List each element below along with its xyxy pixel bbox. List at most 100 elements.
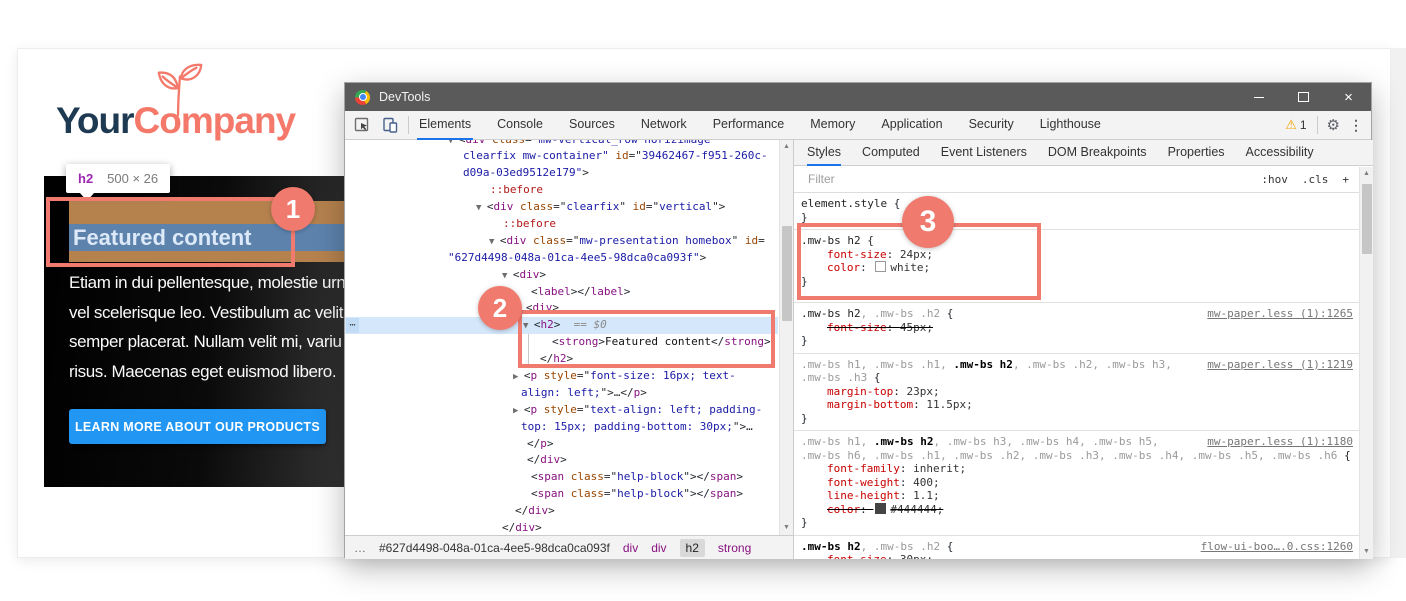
elements-tree-line[interactable]: align: left;">…</p> [345, 385, 778, 402]
tab-accessibility[interactable]: Accessibility [1246, 140, 1314, 166]
code-token: div [540, 453, 560, 466]
tab-dom-breakpoints[interactable]: DOM Breakpoints [1048, 140, 1147, 166]
elements-tree-line[interactable]: ▼ <div class="mw-vertical_row horizimage [345, 140, 778, 148]
breadcrumb-item-selected[interactable]: h2 [680, 539, 705, 557]
tab-memory[interactable]: Memory [808, 111, 857, 140]
code-token: div [506, 234, 526, 247]
row-options-dots-icon[interactable]: ⋯ [346, 318, 359, 333]
scrollbar-thumb[interactable] [782, 226, 792, 321]
stylesheet-source-link[interactable]: mw-paper.less (1):1265 [1207, 307, 1353, 320]
styles-control--hov[interactable]: :hov [1261, 173, 1288, 186]
elements-tree-line[interactable]: clearfix mw-container" id="39462467-f951… [345, 148, 778, 165]
maximize-button[interactable] [1281, 83, 1326, 111]
elements-tree-line[interactable]: d09a-03ed9512e179"> [345, 165, 778, 182]
scrollbar-thumb[interactable] [1362, 184, 1372, 254]
toggle-device-toolbar-button[interactable] [382, 117, 398, 133]
elements-tree-line[interactable]: <label></label> [345, 284, 778, 301]
elements-tree-line[interactable]: ▼ <div class="clearfix" id="vertical"> [345, 199, 778, 216]
learn-more-button[interactable]: LEARN MORE ABOUT OUR PRODUCTS [69, 409, 326, 444]
tab-event-listeners[interactable]: Event Listeners [941, 140, 1027, 166]
style-rule-line[interactable]: .mw-bs .h3 { [794, 371, 1359, 385]
more-options-icon[interactable]: ⋮ [1349, 117, 1363, 134]
code-token: ">…</ [600, 386, 633, 399]
filter-input[interactable]: Filter [808, 172, 1261, 186]
breadcrumb-item--[interactable]: … [354, 541, 366, 555]
breadcrumb-item-strong[interactable]: strong [718, 541, 751, 555]
style-rule-line[interactable]: margin-top: 23px; [794, 385, 1359, 399]
scroll-up-arrow[interactable]: ▲ [1360, 167, 1373, 181]
elements-tree-line[interactable]: ::before [345, 182, 778, 199]
elements-tree-line[interactable]: <span class="help-block"></span> [345, 469, 778, 486]
settings-gear-icon[interactable]: ⚙ [1327, 116, 1340, 134]
scroll-down-arrow[interactable]: ▼ [780, 521, 793, 535]
elements-tree-line[interactable]: <span class="help-block"></span> [345, 486, 778, 503]
stylesheet-source-link[interactable]: mw-paper.less (1):1219 [1207, 358, 1353, 371]
stylesheet-source-link[interactable]: flow-ui-boo….0.css:1260 [1201, 540, 1353, 553]
styles-scrollbar[interactable]: ▲ ▼ [1359, 167, 1373, 559]
elements-tree-line[interactable]: ▼ <div class="mw-presentation homebox" i… [345, 233, 778, 250]
code-token: .mw-bs h2 [874, 435, 934, 448]
code-token: " [732, 234, 745, 247]
close-button[interactable]: × [1326, 83, 1371, 111]
code-token: ▼ [502, 271, 513, 281]
style-rule-line[interactable]: element.style { [794, 197, 1359, 211]
style-rule: mw-paper.less (1):1265.mw-bs h2, .mw-bs … [794, 303, 1359, 354]
code-token: mw-vertical_row horizimage [538, 140, 710, 146]
code-token: ">… [733, 420, 753, 433]
tab-styles[interactable]: Styles [807, 140, 841, 166]
breadcrumb-item--627d4498-048a-01ca-[interactable]: #627d4498-048a-01ca-4ee5-98dca0ca093f [379, 541, 610, 555]
elements-scrollbar[interactable]: ▲ ▼ [779, 140, 793, 535]
code-token: font-size [827, 553, 887, 559]
style-rule-line[interactable]: font-family: inherit; [794, 462, 1359, 476]
style-rule-line[interactable]: margin-bottom: 11.5px; [794, 398, 1359, 412]
style-rule-line[interactable]: font-size: 30px; [794, 553, 1359, 559]
elements-tree-line[interactable]: "627d4498-048a-01ca-4ee5-98dca0ca093f"> [345, 250, 778, 267]
issues-counter[interactable]: ⚠ 1 [1285, 117, 1306, 133]
style-rule-line[interactable]: } [794, 516, 1359, 530]
style-rule-line[interactable]: } [794, 211, 1359, 225]
style-rule-line[interactable]: .mw-bs h6, .mw-bs .h1, .mw-bs .h2, .mw-b… [794, 449, 1359, 463]
style-rule-line[interactable]: color: #444444; [794, 503, 1359, 517]
tab-sources[interactable]: Sources [567, 111, 617, 140]
styles-control--[interactable]: + [1342, 173, 1349, 186]
style-rule-line[interactable]: font-weight: 400; [794, 476, 1359, 490]
minimize-button[interactable] [1236, 83, 1281, 111]
elements-tree-line[interactable]: ▶ <p style="font-size: 16px; text- [345, 368, 778, 385]
elements-tree-line[interactable]: ::before [345, 216, 778, 233]
code-token: div [493, 200, 513, 213]
scroll-down-arrow[interactable]: ▼ [1360, 545, 1373, 559]
elements-tree-line[interactable]: top: 15px; padding-bottom: 30px;">… [345, 419, 778, 436]
elements-tree-line[interactable]: </div> [345, 452, 778, 469]
tab-properties[interactable]: Properties [1168, 140, 1225, 166]
tab-network[interactable]: Network [639, 111, 689, 140]
code-token: , .mw-bs h3, .mw-bs h4, .mw-bs h5, [933, 435, 1158, 448]
minimize-icon [1254, 97, 1264, 98]
elements-tree-line[interactable]: ▶ <p style="text-align: left; padding- [345, 402, 778, 419]
tab-console[interactable]: Console [495, 111, 545, 140]
style-rule-line[interactable]: } [794, 412, 1359, 426]
tab-performance[interactable]: Performance [711, 111, 787, 140]
code-token: < [531, 470, 538, 483]
breadcrumb-item-div[interactable]: div [651, 541, 666, 555]
tab-application[interactable]: Application [879, 111, 944, 140]
code-token: font-size [827, 321, 887, 334]
inspect-element-button[interactable] [354, 117, 370, 133]
elements-tree-line[interactable]: </p> [345, 436, 778, 453]
elements-tree-line[interactable]: ▼ <div> [345, 267, 778, 284]
style-rule-line[interactable]: } [794, 334, 1359, 348]
tab-computed[interactable]: Computed [862, 140, 920, 166]
elements-tree-line[interactable]: </div> [345, 520, 778, 535]
style-rule: mw-paper.less (1):1219.mw-bs h1, .mw-bs … [794, 354, 1359, 432]
tab-elements[interactable]: Elements [417, 111, 473, 140]
breadcrumb-item-div[interactable]: div [623, 541, 638, 555]
tab-lighthouse[interactable]: Lighthouse [1038, 111, 1103, 140]
stylesheet-source-link[interactable]: mw-paper.less (1):1180 [1207, 435, 1353, 448]
devtools-titlebar[interactable]: DevTools × [345, 83, 1371, 111]
elements-tree-line[interactable]: </div> [345, 503, 778, 520]
styles-control--cls[interactable]: .cls [1302, 173, 1329, 186]
scroll-up-arrow[interactable]: ▲ [780, 140, 793, 154]
tab-security[interactable]: Security [967, 111, 1016, 140]
code-token: ▼ [489, 237, 500, 247]
style-rule-line[interactable]: font-size: 45px; [794, 321, 1359, 335]
style-rule-line[interactable]: line-height: 1.1; [794, 489, 1359, 503]
